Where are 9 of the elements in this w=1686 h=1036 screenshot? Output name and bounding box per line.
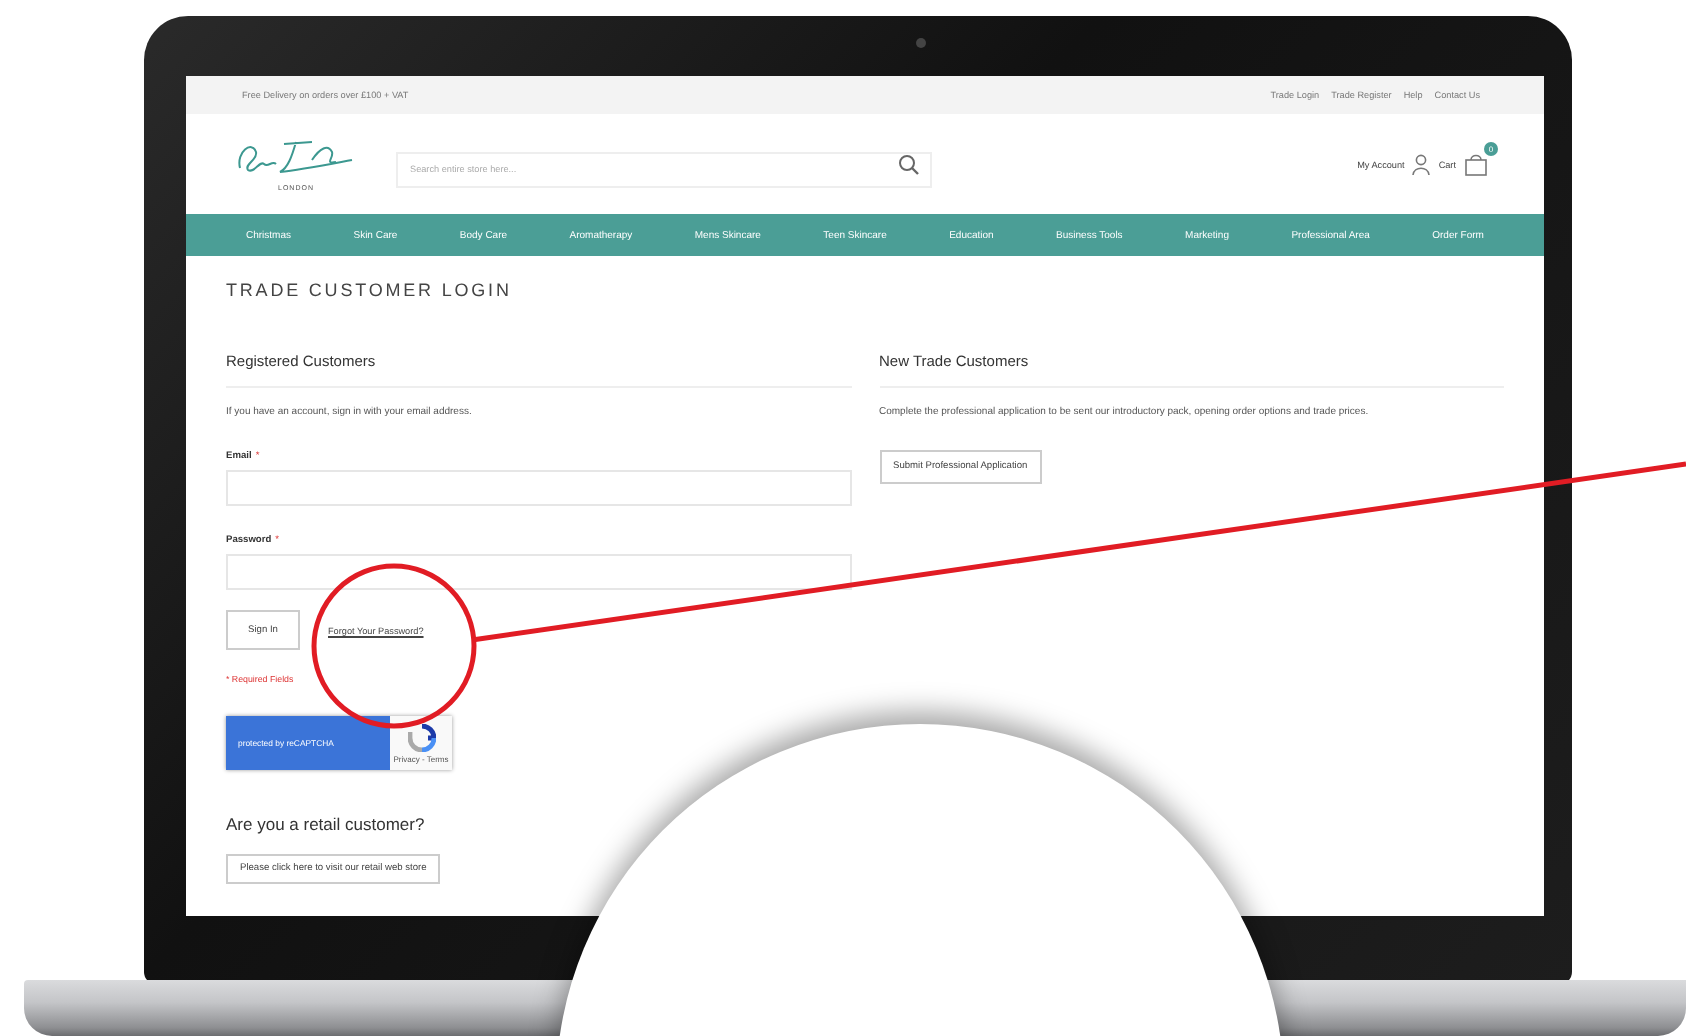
password-field[interactable] <box>226 554 851 590</box>
user-icon[interactable] <box>1412 153 1431 175</box>
search-icon <box>898 154 920 176</box>
page-title: TRADE CUSTOMER LOGIN <box>226 280 514 300</box>
shopping-bag-icon[interactable] <box>1464 151 1488 175</box>
camera-icon <box>916 38 926 48</box>
email-field[interactable] <box>226 470 851 506</box>
recaptcha-arrows-icon <box>407 723 435 751</box>
retail-heading: Are you a retail customer? <box>226 814 427 834</box>
